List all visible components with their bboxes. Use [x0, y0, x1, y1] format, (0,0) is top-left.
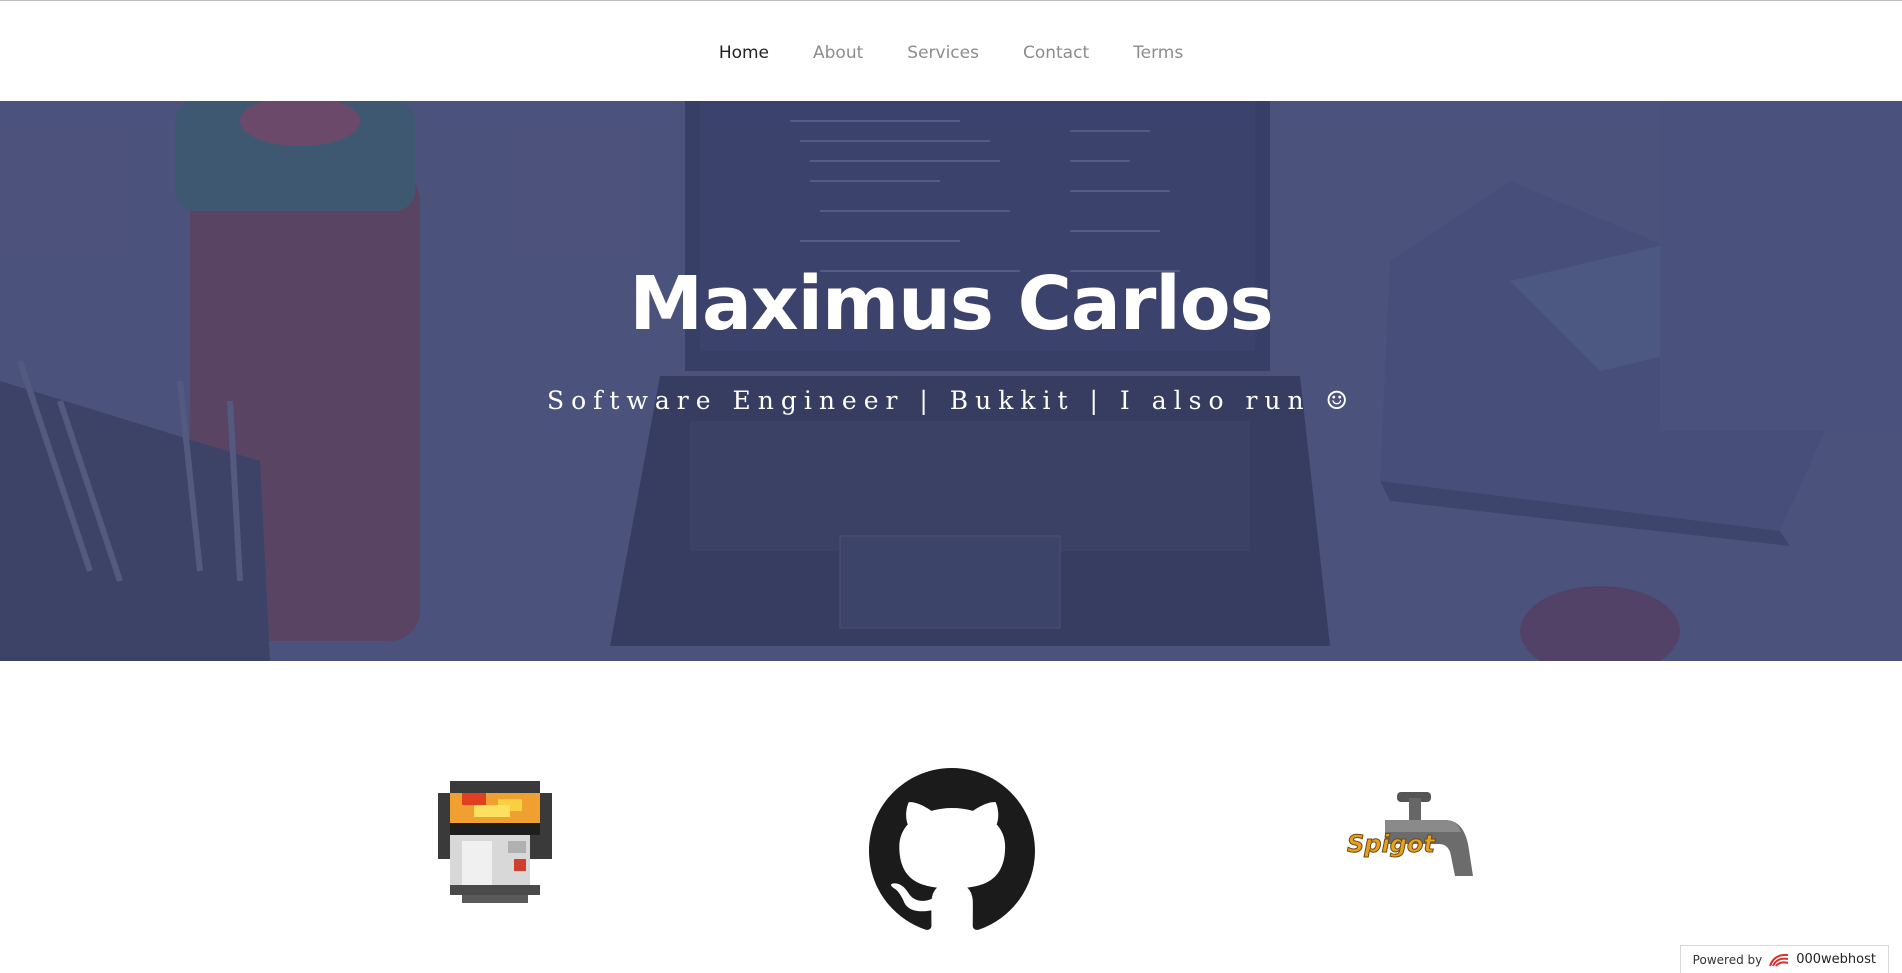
links-section: Spigot	[0, 661, 1902, 973]
hero-title: Maximus Carlos	[629, 261, 1273, 347]
hero-overlay	[0, 101, 1902, 661]
spigot-link[interactable]: Spigot	[1345, 786, 1475, 891]
bukkit-lava-bucket-icon	[438, 781, 552, 903]
nav-menu: Home About Services Contact Terms	[697, 43, 1205, 63]
nav-item-contact[interactable]: Contact	[1001, 43, 1111, 63]
bukkit-link[interactable]	[438, 781, 552, 908]
hero-banner: Maximus Carlos Software Engineer | Bukki…	[0, 101, 1902, 661]
nav-item-home[interactable]: Home	[697, 43, 791, 63]
000webhost-logo-icon	[1769, 953, 1789, 967]
powered-by-badge[interactable]: Powered by 000webhost	[1679, 945, 1889, 973]
hero-subtitle: Software Engineer | Bukkit | I also run …	[547, 386, 1355, 415]
spigot-icon: Spigot	[1347, 792, 1473, 876]
github-link[interactable]	[867, 768, 1037, 939]
github-icon	[869, 768, 1035, 930]
powered-by-label: Powered by	[1692, 952, 1763, 967]
navbar: Home About Services Contact Terms	[0, 1, 1902, 101]
nav-item-about[interactable]: About	[791, 43, 885, 63]
nav-item-terms[interactable]: Terms	[1111, 43, 1205, 63]
spigot-logo-text: Spigot	[1347, 830, 1436, 858]
powered-by-brand: 000webhost	[1796, 952, 1876, 967]
nav-item-services[interactable]: Services	[885, 43, 1001, 63]
